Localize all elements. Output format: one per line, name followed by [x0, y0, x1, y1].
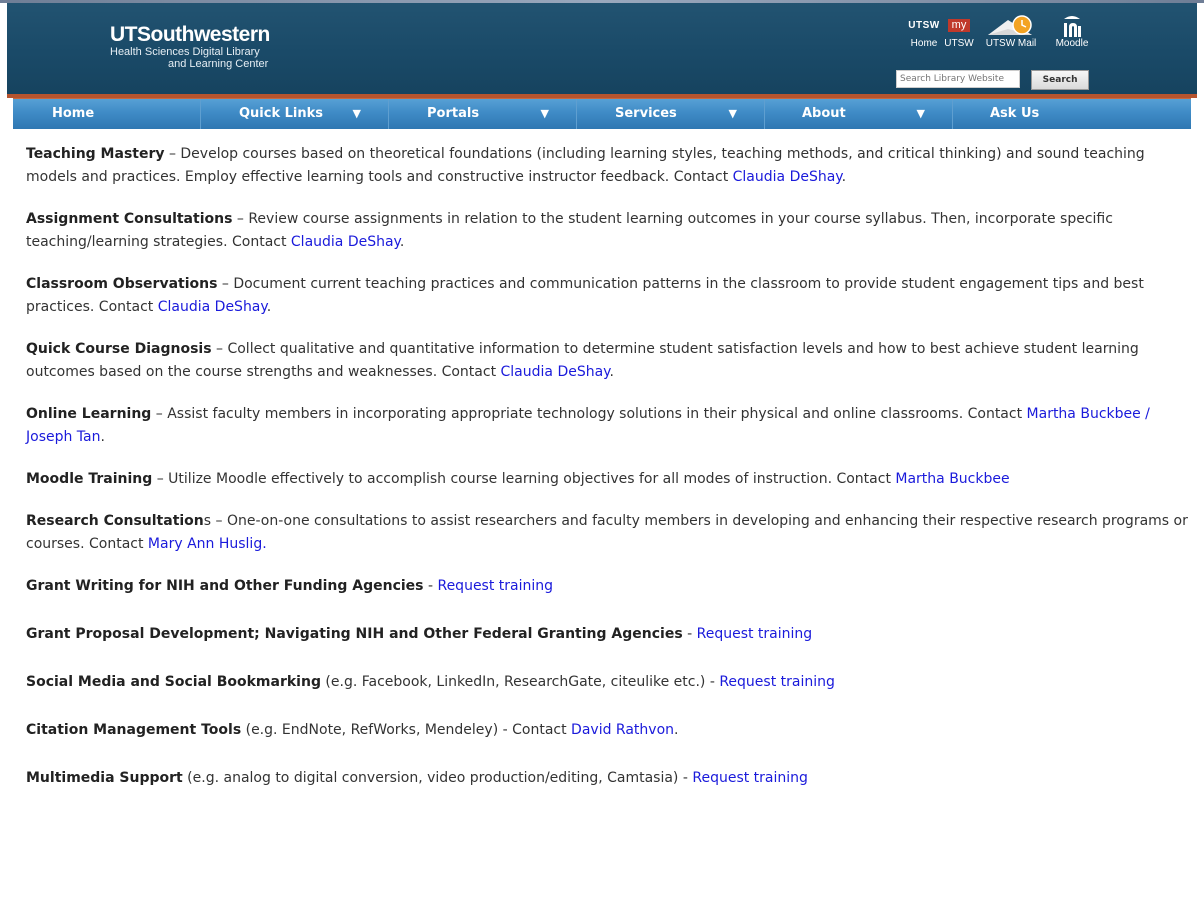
- nav-quick-links[interactable]: Quick Links ▼: [201, 99, 389, 129]
- service-item-assignment-consultations: Assignment Consultations – Review course…: [26, 208, 1194, 254]
- service-item-research-consultations: Research Consultations – One-on-one cons…: [26, 510, 1194, 556]
- nav-home-label: Home: [52, 106, 95, 121]
- trailing-text: .: [266, 299, 272, 315]
- request-training-link[interactable]: Request training: [697, 626, 813, 642]
- request-training-link[interactable]: Request training: [437, 578, 553, 594]
- service-title: Grant Writing for NIH and Other Funding …: [26, 578, 424, 594]
- service-item-teaching-mastery: Teaching Mastery – Develop courses based…: [26, 143, 1194, 189]
- service-item-citation-management: Citation Management Tools (e.g. EndNote,…: [26, 719, 1194, 742]
- contact-link[interactable]: Claudia DeShay: [733, 169, 842, 185]
- search-input[interactable]: [896, 70, 1020, 88]
- service-item-multimedia-support: Multimedia Support (e.g. analog to digit…: [26, 767, 1194, 790]
- service-title: Grant Proposal Development; Navigating N…: [26, 626, 683, 642]
- quick-links: UTSW Home my UTSW UTSW Mail Moodle: [903, 14, 1103, 54]
- nav-quick-links-label: Quick Links: [239, 106, 324, 121]
- quick-link-my-utsw[interactable]: my UTSW: [943, 14, 975, 52]
- service-item-quick-course-diagnosis: Quick Course Diagnosis – Collect qualita…: [26, 338, 1194, 384]
- trailing-text: .: [609, 364, 614, 380]
- contact-link[interactable]: David Rathvon: [571, 722, 674, 738]
- service-title: Multimedia Support: [26, 770, 183, 786]
- nav-about[interactable]: About ▼: [765, 99, 953, 129]
- service-description: -: [682, 626, 697, 642]
- chevron-down-icon: ▼: [540, 107, 549, 120]
- main-nav: Home Quick Links ▼ Portals ▼ Services ▼ …: [13, 98, 1191, 129]
- service-item-grant-writing: Grant Writing for NIH and Other Funding …: [26, 575, 1194, 598]
- nav-portals[interactable]: Portals ▼: [389, 99, 577, 129]
- trailing-text: .: [674, 722, 679, 738]
- service-title: Classroom Observations: [26, 276, 218, 292]
- brand-subtitle: Health Sciences Digital Library and Lear…: [110, 46, 270, 70]
- site-search: Search: [896, 70, 1090, 90]
- brand-subtitle-line1: Health Sciences Digital Library: [110, 46, 260, 58]
- nav-portals-label: Portals: [427, 106, 480, 121]
- quick-link-mail[interactable]: UTSW Mail: [978, 14, 1044, 52]
- nav-services-label: Services: [615, 106, 677, 121]
- brand-subtitle-line2: and Learning Center: [168, 58, 269, 70]
- service-title: Assignment Consultations: [26, 211, 233, 227]
- service-description: (e.g. Facebook, LinkedIn, ResearchGate, …: [320, 674, 720, 690]
- contact-link[interactable]: Claudia DeShay: [158, 299, 267, 315]
- service-description: (e.g. EndNote, RefWorks, Mendeley) - Con…: [241, 722, 572, 738]
- request-training-link[interactable]: Request training: [692, 770, 808, 786]
- moodle-icon: [1051, 14, 1093, 38]
- service-title: Moodle Training: [26, 471, 153, 487]
- chevron-down-icon: ▼: [352, 107, 361, 120]
- my-icon: my: [943, 14, 975, 38]
- service-title: Research Consultation: [26, 513, 204, 529]
- trailing-text: .: [399, 234, 405, 250]
- service-item-moodle-training: Moodle Training – Utilize Moodle effecti…: [26, 468, 1194, 491]
- contact-link[interactable]: Claudia DeShay: [501, 364, 610, 380]
- chevron-down-icon: ▼: [916, 107, 925, 120]
- search-button[interactable]: Search: [1031, 70, 1090, 90]
- chevron-down-icon: ▼: [728, 107, 737, 120]
- service-title: Quick Course Diagnosis: [26, 341, 212, 357]
- site-header: UTSouthwestern Health Sciences Digital L…: [7, 3, 1197, 98]
- trailing-text: .: [100, 429, 105, 445]
- quick-link-my-utsw-label: UTSW: [944, 38, 974, 49]
- contact-link[interactable]: Martha Buckbee: [895, 471, 1009, 487]
- request-training-link[interactable]: Request training: [719, 674, 835, 690]
- quick-link-home-label: Home: [910, 38, 938, 49]
- quick-link-moodle[interactable]: Moodle: [1051, 14, 1093, 52]
- service-description: – Utilize Moodle effectively to accompli…: [152, 471, 896, 487]
- service-title: Citation Management Tools: [26, 722, 242, 738]
- nav-services[interactable]: Services ▼: [577, 99, 765, 129]
- service-title: Online Learning: [26, 406, 152, 422]
- nav-about-label: About: [802, 106, 846, 121]
- brand-title: UTSouthwestern: [110, 23, 270, 46]
- mail-icon: [978, 14, 1044, 38]
- nav-ask-us-label: Ask Us: [990, 106, 1040, 121]
- service-title: Social Media and Social Bookmarking: [26, 674, 321, 690]
- services-list: Teaching Mastery – Develop courses based…: [0, 129, 1204, 790]
- trailing-text: .: [841, 169, 847, 185]
- service-title: Teaching Mastery: [26, 146, 165, 162]
- nav-home[interactable]: Home: [13, 99, 201, 129]
- service-item-social-media: Social Media and Social Bookmarking (e.g…: [26, 671, 1194, 694]
- service-description: – Assist faculty members in incorporatin…: [151, 406, 1027, 422]
- contact-link[interactable]: Mary Ann Huslig.: [148, 536, 267, 552]
- quick-link-home[interactable]: UTSW Home: [907, 14, 941, 52]
- site-logo[interactable]: UTSouthwestern Health Sciences Digital L…: [110, 23, 270, 71]
- utsw-icon: UTSW: [908, 20, 940, 31]
- service-description: – Develop courses based on theoretical f…: [26, 146, 1145, 185]
- service-item-classroom-observations: Classroom Observations – Document curren…: [26, 273, 1194, 319]
- service-description: (e.g. analog to digital conversion, vide…: [182, 770, 693, 786]
- contact-link[interactable]: Claudia DeShay: [291, 234, 400, 250]
- service-item-online-learning: Online Learning – Assist faculty members…: [26, 403, 1194, 449]
- service-description: -: [423, 578, 438, 594]
- service-item-grant-proposal: Grant Proposal Development; Navigating N…: [26, 623, 1194, 646]
- nav-ask-us[interactable]: Ask Us: [953, 99, 1141, 129]
- quick-link-moodle-label: Moodle: [1055, 38, 1089, 49]
- quick-link-mail-label: UTSW Mail: [985, 38, 1037, 49]
